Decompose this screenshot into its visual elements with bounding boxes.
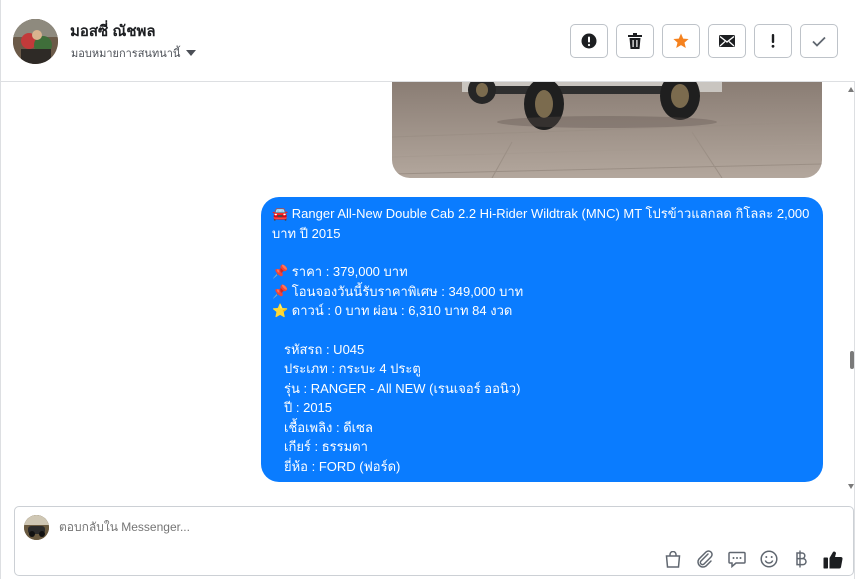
mark-done-button[interactable] [800, 24, 838, 58]
message-brand-line: ยี่ห้อ : FORD (ฟอร์ด) [284, 458, 401, 474]
alert-circle-icon [581, 33, 597, 49]
saved-replies-button[interactable] [727, 549, 747, 569]
speech-bubble-icon [728, 551, 746, 568]
message-thread[interactable]: 🚘 Ranger All-New Double Cab 2.2 Hi-Rider… [1, 82, 855, 502]
thumbs-up-icon [823, 551, 843, 569]
message-special-price-line: 📌 โอนจองวันนี้รับราคาพิเศษ : 349,000 บาท [272, 283, 524, 299]
exclamation-icon [771, 34, 775, 48]
car-photo[interactable] [392, 82, 822, 178]
check-icon [812, 36, 826, 47]
star-icon [673, 33, 689, 48]
smiley-icon [760, 550, 778, 568]
delete-button[interactable] [616, 24, 654, 58]
assign-conversation-dropdown[interactable]: มอบหมายการสนทนานี้ [71, 44, 197, 62]
message-type-line: ประเภท : กระบะ 4 ประตู [284, 361, 421, 376]
paperclip-icon [697, 550, 713, 568]
mail-icon [719, 35, 735, 47]
contact-name[interactable]: มอสซี่ ณัชพล [70, 19, 156, 43]
message-price-line: 📌 ราคา : 379,000 บาท [272, 264, 408, 279]
star-button[interactable] [662, 24, 700, 58]
attach-button[interactable] [695, 549, 715, 569]
report-spam-button[interactable] [570, 24, 608, 58]
reply-input[interactable] [59, 520, 759, 534]
scrollbar-thumb[interactable] [850, 351, 854, 369]
message-title-line: 🚘 Ranger All-New Double Cab 2.2 Hi-Rider… [272, 206, 810, 241]
assign-label: มอบหมายการสนทนานี้ [71, 48, 181, 60]
header-actions [570, 24, 838, 58]
message-year-line: ปี : 2015 [284, 400, 333, 415]
composer-tools [663, 549, 843, 569]
caret-down-icon [186, 50, 197, 56]
message-fuel-line: เชื้อเพลิง : ดีเซล [284, 419, 373, 435]
conversation-header: มอสซี่ ณัชพล มอบหมายการสนทนานี้ [1, 0, 855, 82]
message-down-payment-line: ⭐ ดาวน์ : 0 บาท ผ่อน : 6,310 บาท 84 งวด [272, 303, 513, 318]
trash-icon [628, 33, 642, 49]
message-code-line: รหัสรถ : U045 [284, 341, 365, 357]
bag-icon [665, 550, 681, 568]
mark-unread-button[interactable] [708, 24, 746, 58]
baht-icon [796, 550, 807, 568]
follow-up-button[interactable] [754, 24, 792, 58]
reply-composer [14, 506, 854, 576]
message-model-line: รุ่น : RANGER - All NEW (เรนเจอร์ ออนิว) [284, 380, 521, 396]
shop-button[interactable] [663, 549, 683, 569]
message-gear-line: เกียร์ : ธรรมดา [284, 439, 368, 454]
scroll-up-arrow-icon[interactable] [848, 87, 854, 92]
messenger-conversation: มอสซี่ ณัชพล มอบหมายการสนทนานี้ 🚘 Ranger… [0, 0, 855, 579]
contact-avatar[interactable] [13, 19, 58, 64]
page-avatar [24, 515, 49, 540]
emoji-button[interactable] [759, 549, 779, 569]
message-bubble[interactable]: 🚘 Ranger All-New Double Cab 2.2 Hi-Rider… [261, 197, 823, 482]
payment-button[interactable] [791, 549, 811, 569]
like-button[interactable] [823, 549, 843, 569]
scroll-down-arrow-icon[interactable] [848, 484, 854, 489]
